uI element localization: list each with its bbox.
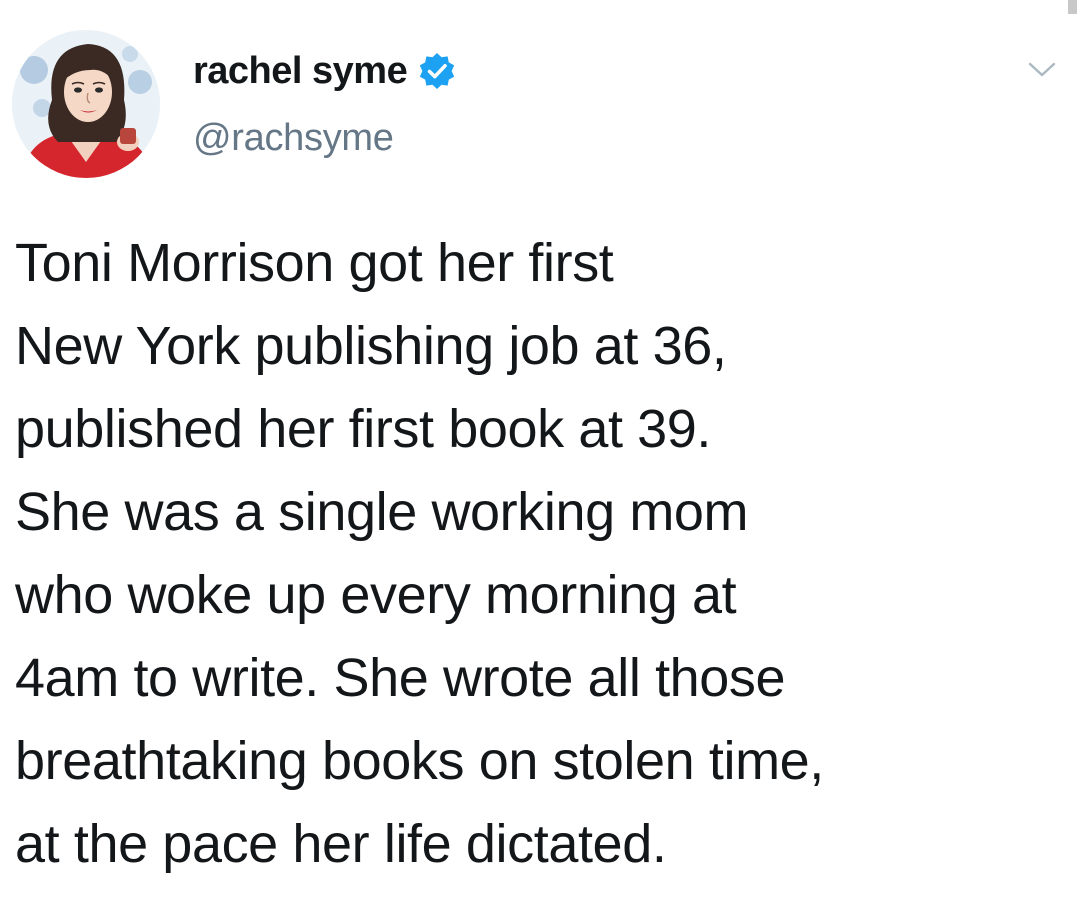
user-info: rachel syme @rachsyme — [193, 48, 457, 158]
name-row: rachel syme — [193, 48, 457, 94]
chevron-down-icon[interactable] — [1024, 58, 1060, 82]
tweet-text-line: at the pace her life dictated. — [15, 814, 667, 874]
corner-mark — [1068, 0, 1077, 14]
user-handle[interactable]: @rachsyme — [193, 118, 457, 158]
tweet-card: rachel syme @rachsyme Toni Morrison got … — [0, 0, 1077, 904]
verified-badge-icon — [417, 51, 457, 91]
tweet-text-line: 4am to write. She wrote all those — [15, 648, 786, 708]
tweet-text-line: New York publishing job at 36, — [15, 316, 727, 376]
tweet-text-line: published her first book at 39. — [15, 399, 712, 459]
tweet-text: Toni Morrison got her first New York pub… — [15, 222, 1065, 886]
avatar-illustration — [12, 30, 160, 178]
tweet-text-line: Toni Morrison got her first — [15, 233, 614, 293]
display-name[interactable]: rachel syme — [193, 48, 408, 94]
tweet-text-line: who woke up every morning at — [15, 565, 737, 625]
avatar[interactable] — [12, 30, 160, 178]
tweet-text-line: breathtaking books on stolen time, — [15, 731, 824, 791]
tweet-text-line: She was a single working mom — [15, 482, 749, 542]
